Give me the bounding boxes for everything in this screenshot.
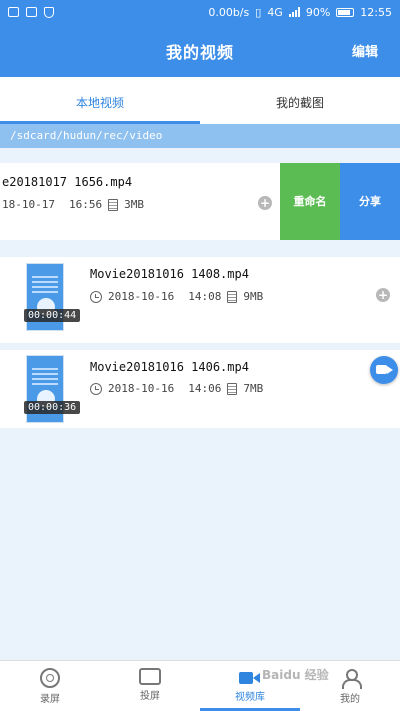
edit-button[interactable]: 编辑: [352, 41, 378, 60]
storage-path: /sdcard/hudun/rec/video: [0, 124, 400, 148]
video-filename: Movie20181016 1406.mp4: [90, 360, 249, 374]
clock-icon: [90, 382, 102, 395]
video-duration: 00:00:44: [24, 309, 81, 322]
nav-item-record[interactable]: 录屏: [0, 661, 100, 711]
notification-icon: [8, 7, 19, 17]
video-date: 2018-10-16: [108, 290, 175, 303]
nav-label: 录屏: [40, 694, 60, 705]
video-filename: Movie20181016 1408.mp4: [90, 267, 249, 281]
nav-label: 视频库: [235, 692, 265, 703]
video-camera-icon: [239, 670, 261, 686]
vibrate-icon: ▯: [255, 5, 262, 19]
share-button[interactable]: 分享: [340, 163, 400, 240]
record-icon: [40, 668, 60, 688]
bottom-navigation: 录屏 投屏 视频库 我的: [0, 660, 400, 711]
video-time: 14:08: [188, 290, 222, 303]
expand-plus-icon[interactable]: +: [258, 196, 272, 210]
floating-video-camera-icon[interactable]: [370, 356, 398, 384]
shield-icon: [44, 6, 54, 18]
video-list-item[interactable]: e20181017 1656.mp4 18-10-17 16:56 3MB + …: [0, 163, 400, 240]
nav-label: 投屏: [140, 691, 160, 702]
video-date: 2018-10-16: [108, 382, 175, 395]
video-time: 14:06: [188, 382, 222, 395]
battery-percent: 90%: [305, 5, 331, 19]
person-icon: [341, 668, 362, 689]
tab-local-videos[interactable]: 本地视频: [0, 77, 200, 124]
cast-icon: [139, 668, 161, 685]
video-time: 16:56: [68, 198, 103, 211]
network-type: 4G: [267, 5, 283, 19]
page-title: 我的视频: [165, 43, 234, 62]
video-list-item[interactable]: 00:00:44 Movie20181016 1408.mp4 2018-10-…: [0, 257, 400, 343]
nav-label: 我的: [340, 694, 360, 705]
video-duration: 00:00:36: [24, 401, 81, 414]
watermark: Baidu 经验: [262, 668, 329, 682]
video-meta: 2018-10-16 14:06 7MB: [90, 382, 263, 395]
video-meta: 2018-10-16 14:08 9MB: [90, 290, 263, 303]
file-size-icon: [227, 382, 238, 395]
signal-icon: [288, 7, 300, 17]
video-meta: 18-10-17 16:56 3MB: [2, 198, 144, 211]
app-header: 我的视频 编辑: [0, 24, 400, 77]
network-speed: 0.00b/s: [208, 5, 250, 19]
file-size-icon: [227, 290, 238, 303]
battery-icon: [336, 7, 355, 17]
clock-icon: [90, 290, 102, 303]
video-size: 3MB: [124, 198, 144, 211]
tab-bar: 本地视频 我的截图: [0, 77, 400, 124]
video-list-item[interactable]: 00:00:36 Movie20181016 1406.mp4 2018-10-…: [0, 350, 400, 428]
video-date: 18-10-17: [2, 198, 55, 211]
tab-my-screenshots[interactable]: 我的截图: [200, 77, 400, 124]
image-icon: [26, 7, 37, 17]
file-size-icon: [108, 198, 119, 211]
nav-item-cast[interactable]: 投屏: [100, 661, 200, 711]
expand-plus-icon[interactable]: +: [376, 288, 390, 302]
video-size: 7MB: [243, 382, 264, 395]
rename-button[interactable]: 重命名: [280, 163, 340, 240]
video-size: 9MB: [243, 290, 264, 303]
video-filename: e20181017 1656.mp4: [2, 175, 133, 189]
status-bar: 0.00b/s ▯ 4G 90% 12:55: [0, 0, 400, 24]
clock-time: 12:55: [360, 5, 392, 19]
